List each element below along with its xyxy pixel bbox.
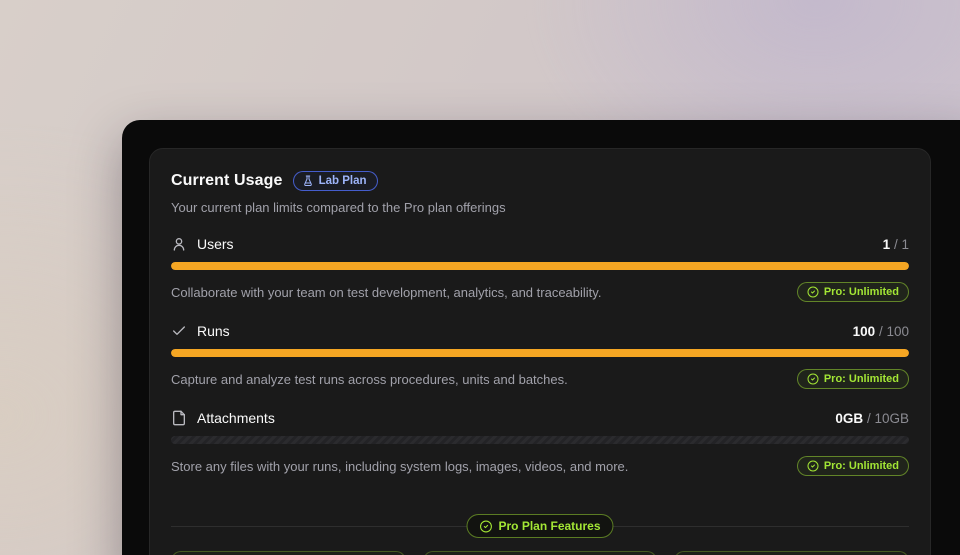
flask-icon [303, 175, 312, 186]
usage-progressbar [171, 349, 909, 357]
usage-label: Users [197, 236, 234, 252]
pro-unlimited-badge: Pro: Unlimited [796, 282, 909, 302]
usage-description: Store any files with your runs, includin… [171, 458, 629, 474]
pro-unlimited-badge: Pro: Unlimited [796, 369, 909, 389]
card-subtitle: Your current plan limits compared to the… [171, 200, 506, 215]
usage-value: 0GB / 10GB [835, 410, 909, 426]
usage-progressbar [171, 436, 909, 444]
usage-description: Capture and analyze test runs across pro… [171, 371, 568, 387]
usage-value: 100 / 100 [852, 323, 909, 339]
card-header: Current Usage Lab Plan [171, 171, 909, 191]
app-window: Current Usage Lab Plan Your current plan… [122, 120, 960, 555]
feature-cards: Stations Secure factory deployments Mult… [171, 551, 910, 555]
circle-check-icon [807, 286, 819, 298]
usage-label: Attachments [197, 410, 275, 426]
usage-value: 1 / 1 [882, 236, 909, 252]
user-icon [173, 238, 185, 251]
usage-row-attachments: Attachments 0GB / 10GB Store any files w… [171, 410, 909, 476]
lab-plan-badge-label: Lab Plan [318, 175, 367, 187]
feature-card-stations: Stations Secure factory deployments [171, 551, 406, 555]
circle-check-icon [480, 520, 492, 532]
pro-features-divider: Pro Plan Features [171, 514, 909, 538]
usage-row-users: Users 1 / 1 Collaborate with your team o… [171, 236, 909, 302]
pro-plan-features-badge: Pro Plan Features [466, 514, 614, 538]
file-icon [173, 410, 185, 426]
usage-row-runs: Runs 100 / 100 Capture and analyze test … [171, 323, 909, 389]
usage-description: Collaborate with your team on test devel… [171, 284, 602, 300]
usage-label: Runs [197, 323, 230, 339]
lab-plan-badge: Lab Plan [292, 171, 378, 191]
feature-card-multiple-users: Multiple Users Collaborate with your tea… [422, 551, 658, 555]
feature-card-priority-support: Priority Support Priority email support … [674, 551, 910, 555]
circle-check-icon [807, 373, 819, 385]
page-title: Current Usage [171, 172, 283, 189]
current-usage-card: Current Usage Lab Plan Your current plan… [149, 148, 931, 555]
pro-unlimited-badge: Pro: Unlimited [796, 456, 909, 476]
circle-check-icon [807, 460, 819, 472]
check-icon [173, 326, 185, 335]
usage-progressbar [171, 262, 909, 270]
